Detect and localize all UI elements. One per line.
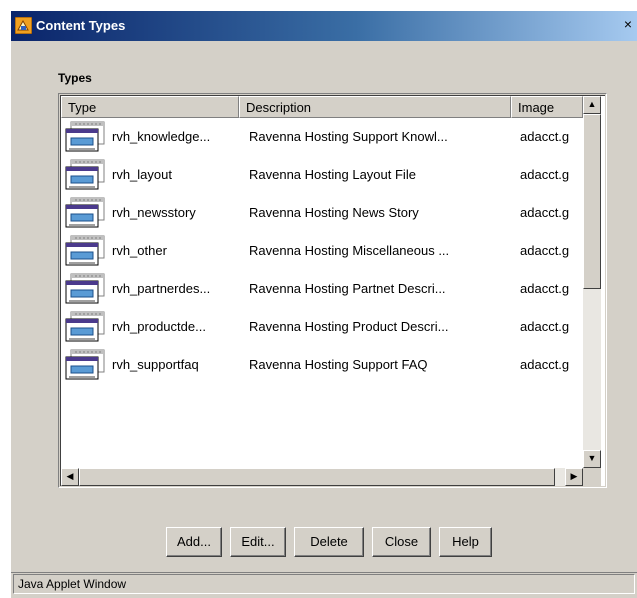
type-cell: rvh_productde... [112, 319, 206, 334]
edit-button[interactable]: Edit... [230, 527, 286, 557]
scroll-down-icon[interactable]: ▼ [583, 450, 601, 468]
types-table-viewport: Type Description Image rvh_knowledge... … [60, 95, 605, 486]
app-icon [15, 17, 32, 34]
type-cell: rvh_knowledge... [112, 129, 211, 144]
image-cell: adacct.g [520, 243, 570, 258]
content-type-icon [65, 235, 105, 266]
content-type-icon [65, 349, 105, 380]
content-type-icon [65, 273, 105, 304]
title-bar[interactable]: Content Types × [11, 11, 637, 41]
column-header-type[interactable]: Type [61, 96, 239, 118]
column-header-description[interactable]: Description [239, 96, 511, 118]
description-cell: Ravenna Hosting News Story [249, 205, 419, 220]
close-button[interactable]: Close [372, 527, 431, 557]
image-cell: adacct.g [520, 205, 570, 220]
image-cell: adacct.g [520, 357, 570, 372]
image-cell: adacct.g [520, 167, 570, 182]
add-button[interactable]: Add... [166, 527, 222, 557]
image-cell: adacct.g [520, 319, 570, 334]
content-type-icon [65, 159, 105, 190]
description-cell: Ravenna Hosting Product Descri... [249, 319, 449, 334]
vertical-scroll-thumb[interactable] [583, 114, 601, 289]
table-row[interactable]: rvh_newsstory Ravenna Hosting News Story… [61, 194, 583, 232]
vertical-scrollbar[interactable]: ▲ ▼ [583, 96, 601, 468]
scrollbar-corner [583, 468, 601, 486]
image-cell: adacct.g [520, 281, 570, 296]
types-label: Types [58, 71, 92, 85]
type-cell: rvh_layout [112, 167, 172, 182]
horizontal-scrollbar[interactable]: ◀ ▶ [61, 468, 583, 486]
description-cell: Ravenna Hosting Support Knowl... [249, 129, 448, 144]
table-row[interactable]: rvh_partnerdes... Ravenna Hosting Partne… [61, 270, 583, 308]
status-text: Java Applet Window [13, 574, 635, 594]
type-cell: rvh_supportfaq [112, 357, 199, 372]
window-title: Content Types [36, 18, 126, 33]
description-cell: Ravenna Hosting Layout File [249, 167, 416, 182]
table-row[interactable]: rvh_productde... Ravenna Hosting Product… [61, 308, 583, 346]
content-types-window: Content Types × Types Type Description I… [10, 10, 637, 598]
column-header-image[interactable]: Image [511, 96, 583, 118]
status-bar: Java Applet Window [11, 572, 637, 596]
table-row[interactable]: rvh_knowledge... Ravenna Hosting Support… [61, 118, 583, 156]
scroll-right-icon[interactable]: ▶ [565, 468, 583, 486]
help-button[interactable]: Help [439, 527, 492, 557]
content-type-icon [65, 197, 105, 228]
table-row[interactable]: rvh_layout Ravenna Hosting Layout File a… [61, 156, 583, 194]
content-type-icon [65, 121, 105, 152]
description-cell: Ravenna Hosting Partnet Descri... [249, 281, 446, 296]
horizontal-scroll-thumb[interactable] [79, 468, 555, 486]
image-cell: adacct.g [520, 129, 570, 144]
type-cell: rvh_other [112, 243, 167, 258]
type-cell: rvh_newsstory [112, 205, 196, 220]
scroll-left-icon[interactable]: ◀ [61, 468, 79, 486]
content-type-icon [65, 311, 105, 342]
table-row[interactable]: rvh_supportfaq Ravenna Hosting Support F… [61, 346, 583, 384]
description-cell: Ravenna Hosting Miscellaneous ... [249, 243, 450, 258]
button-bar: Add... Edit... Delete Close Help [11, 527, 637, 557]
scroll-up-icon[interactable]: ▲ [583, 96, 601, 114]
types-table: Type Description Image rvh_knowledge... … [58, 93, 607, 488]
table-header: Type Description Image [61, 96, 583, 118]
type-cell: rvh_partnerdes... [112, 281, 211, 296]
delete-button[interactable]: Delete [294, 527, 364, 557]
table-row[interactable]: rvh_other Ravenna Hosting Miscellaneous … [61, 232, 583, 270]
close-icon[interactable]: × [620, 17, 636, 33]
description-cell: Ravenna Hosting Support FAQ [249, 357, 428, 372]
